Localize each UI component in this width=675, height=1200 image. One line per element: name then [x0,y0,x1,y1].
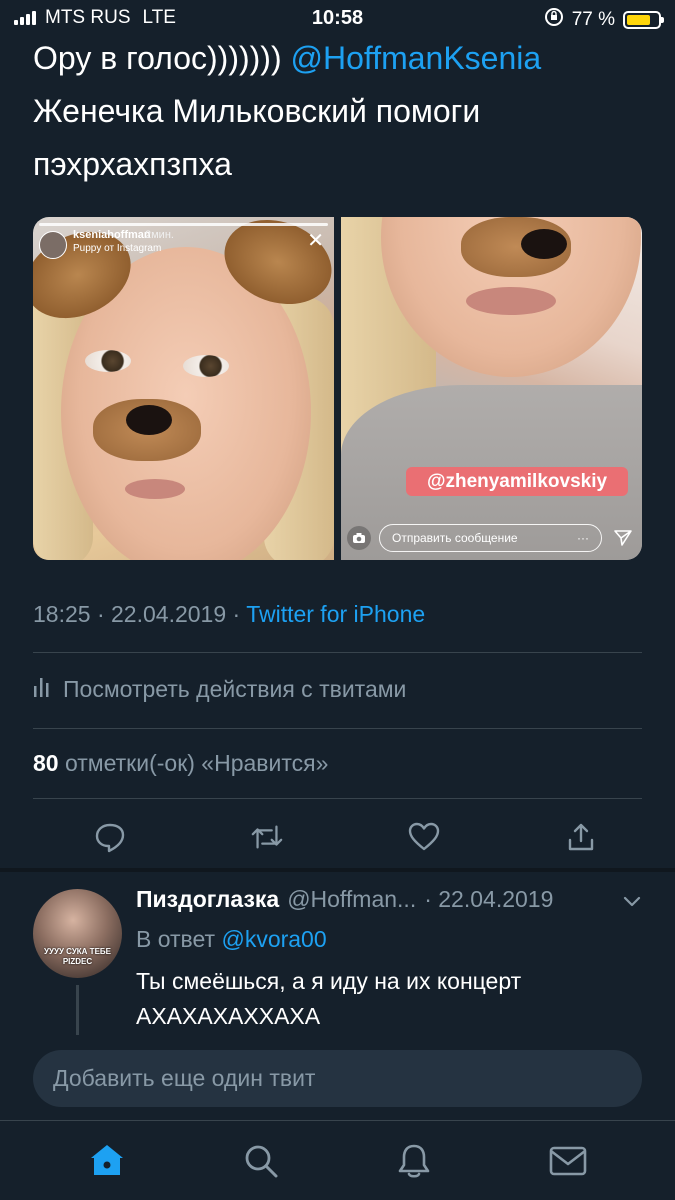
battery-icon [623,11,664,29]
tab-bar [0,1120,675,1200]
battery-percent: 77 % [571,9,615,30]
reply-to-prefix: В ответ [136,926,222,952]
tweet-text-main: Ору в голос))))))) [33,40,291,76]
send-icon [610,525,636,551]
tweet-time: 18:25 [33,601,91,627]
tweet-text-rest: Женечка Мильковский помоги пэхрхахпзпха [33,93,481,182]
camera-icon [347,526,371,550]
story-message-placeholder: Отправить сообщение [392,531,518,545]
media-image-2[interactable]: @zhenyamilkovskiy Отправить сообщение ··… [341,217,642,560]
battery-level [627,15,650,25]
tweet-media[interactable]: kseniahoffman 2мин. Puppy от Instagram ✕… [33,217,642,560]
tweet-mention-link[interactable]: @HoffmanKsenia [290,40,541,76]
divider [33,798,642,799]
avatar[interactable]: УУУУ СУКА ТЕБЕ PIZDEC [33,889,122,978]
reply-to-link[interactable]: @kvora00 [221,926,326,952]
like-icon[interactable] [407,820,441,854]
reply-display-name[interactable]: Пиздоглазка [136,886,279,913]
media-image-1[interactable]: kseniahoffman 2мин. Puppy от Instagram ✕ [33,217,334,560]
thread-line [76,985,79,1035]
tweet-source-link[interactable]: Twitter for iPhone [246,601,425,627]
dog-nose [521,229,567,259]
likes-count: 80 [33,750,59,776]
reply-text: Ты смеёшься, а я иду на их концерт АХАХА… [136,968,522,1029]
meta-separator: · [96,601,105,627]
story-progress [39,223,328,226]
dog-nose [126,405,172,435]
status-bar: MTS RUS LTE 10:58 77 % [0,0,675,36]
meta-separator: · [232,601,241,627]
lips [125,479,185,499]
story-message-bar: Отправить сообщение ··· [347,523,636,553]
story-avatar [39,231,67,259]
avatar-caption: УУУУ СУКА ТЕБЕ PIZDEC [44,947,111,966]
status-right: 77 % [544,7,664,33]
close-icon: ✕ [307,230,324,252]
tweet-meta: 18:25 · 22.04.2019 · Twitter for iPhone [33,601,425,628]
reply-to: В ответ @kvora00 [136,926,327,953]
reply-header: Пиздоглазка @Hoffman... · 22.04.2019 [136,886,642,913]
tweet-text: Ору в голос))))))) @HoffmanKsenia Женечк… [33,32,643,191]
orientation-lock-icon [544,7,564,33]
notifications-icon[interactable] [390,1137,438,1185]
chevron-down-icon[interactable] [622,888,642,915]
analytics-icon [33,674,51,704]
likes-label: отметки(-ок) «Нравится» [58,750,329,776]
search-icon[interactable] [237,1137,285,1185]
tweet-date: 22.04.2019 [111,601,227,627]
more-icon: ··· [577,531,589,545]
reply-icon[interactable] [93,820,127,854]
mention-sticker: @zhenyamilkovskiy [406,467,628,496]
eye-right [183,355,229,377]
home-icon[interactable] [83,1137,131,1185]
activity-label: Посмотреть действия с твитами [63,675,407,702]
lips [466,287,556,315]
reply-handle[interactable]: @Hoffman... [287,886,416,913]
section-separator [0,868,675,872]
divider [33,728,642,729]
retweet-icon[interactable] [250,820,284,854]
tweet-activity-link[interactable]: Посмотреть действия с твитами [33,674,406,704]
story-filter: Puppy от Instagram [73,243,162,254]
eye-left [85,350,131,372]
messages-icon[interactable] [544,1137,592,1185]
divider [33,652,642,653]
compose-placeholder: Добавить еще один твит [53,1065,316,1091]
likes-link[interactable]: 80 отметки(-ок) «Нравится» [33,750,328,777]
story-time: 2мин. [145,229,174,241]
add-tweet-input[interactable]: Добавить еще один твит [33,1050,642,1107]
tweet-actions [33,812,642,862]
story-message-field: Отправить сообщение ··· [379,524,602,552]
story-username: kseniahoffman [73,229,151,241]
share-icon[interactable] [564,820,598,854]
reply-date: · 22.04.2019 [424,886,554,912]
